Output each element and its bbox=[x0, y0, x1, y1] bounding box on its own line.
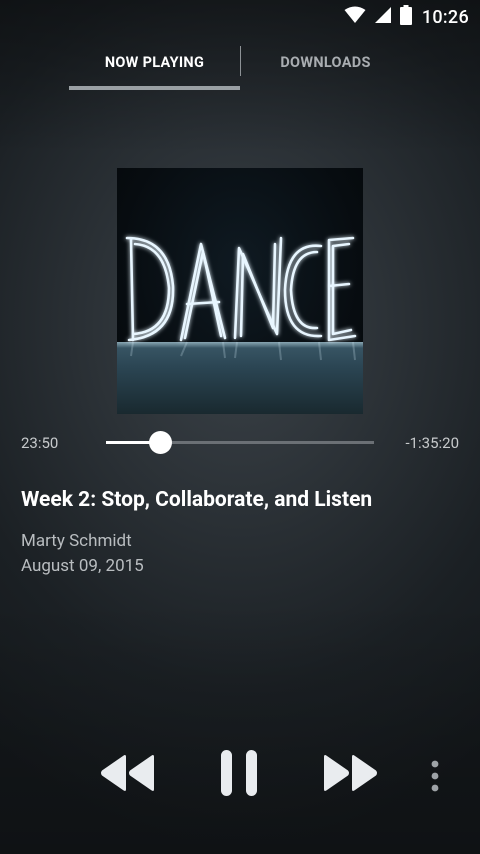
background-shade bbox=[0, 0, 480, 854]
tab-divider bbox=[240, 46, 241, 76]
light-writing bbox=[125, 236, 357, 361]
remaining-time: -1:35:20 bbox=[405, 434, 459, 452]
battery-icon bbox=[399, 5, 412, 29]
elapsed-time: 23:50 bbox=[21, 434, 59, 452]
seek-bar[interactable] bbox=[106, 431, 374, 455]
album-art bbox=[117, 168, 363, 414]
more-options-button[interactable] bbox=[424, 759, 446, 795]
fast-forward-icon bbox=[324, 755, 377, 791]
pause-icon bbox=[221, 750, 257, 796]
seek-thumb[interactable] bbox=[148, 431, 172, 454]
episode-date: August 09, 2015 bbox=[21, 556, 144, 576]
wifi-icon bbox=[344, 6, 366, 28]
episode-speaker: Marty Schmidt bbox=[21, 531, 132, 551]
more-vert-icon bbox=[431, 760, 439, 792]
tab-bar: NOW PLAYING DOWNLOADS bbox=[69, 44, 411, 90]
rewind-icon bbox=[101, 755, 154, 791]
rewind-button[interactable] bbox=[99, 753, 155, 793]
tab-indicator bbox=[69, 86, 240, 90]
tab-now-playing[interactable]: NOW PLAYING bbox=[69, 44, 240, 90]
episode-title: Week 2: Stop, Collaborate, and Listen bbox=[21, 488, 373, 512]
pause-button[interactable] bbox=[218, 747, 260, 799]
fast-forward-button[interactable] bbox=[322, 753, 380, 793]
cell-signal-icon bbox=[374, 6, 392, 28]
status-time: 10:26 bbox=[421, 6, 469, 28]
tab-downloads[interactable]: DOWNLOADS bbox=[240, 44, 411, 90]
playback-controls bbox=[0, 745, 480, 807]
status-bar: 10:26 bbox=[0, 0, 480, 34]
